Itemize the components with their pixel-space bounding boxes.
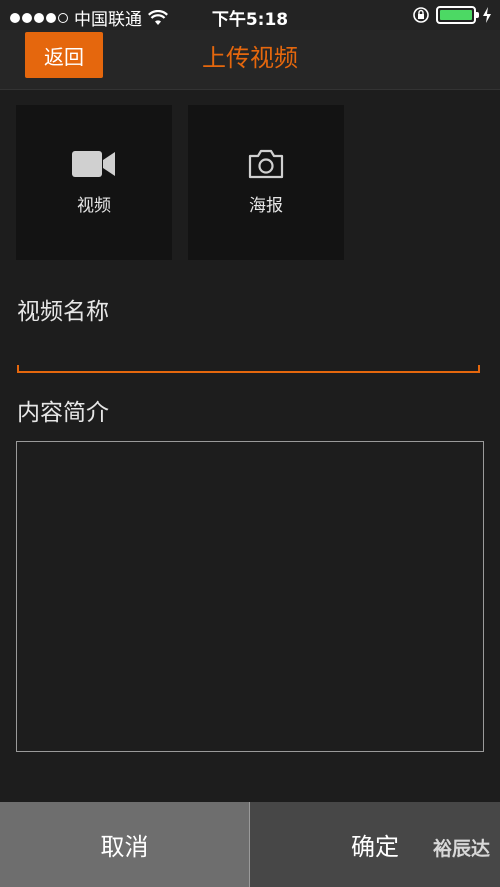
cancel-button[interactable]: 取消	[0, 802, 250, 887]
input-underline-left-tick	[17, 365, 19, 373]
video-upload-tile[interactable]: 视频	[16, 105, 172, 260]
description-textarea[interactable]	[16, 441, 484, 752]
video-tile-label: 视频	[77, 196, 111, 216]
rotation-lock-icon	[413, 7, 429, 23]
nav-bar: 返回 上传视频	[0, 30, 500, 90]
poster-tile-label: 海报	[249, 196, 283, 216]
video-name-input[interactable]	[17, 335, 480, 373]
input-underline-right-tick	[478, 365, 480, 373]
charging-bolt-icon	[483, 7, 491, 23]
photo-camera-icon	[248, 149, 284, 179]
status-bar: 中国联通 下午5:18	[0, 0, 500, 30]
bottom-action-bar: 取消 确定	[0, 802, 500, 887]
description-label: 内容简介	[17, 400, 109, 426]
video-name-label: 视频名称	[17, 299, 109, 325]
page-title: 上传视频	[202, 44, 298, 72]
status-right	[412, 6, 492, 24]
battery-icon	[436, 6, 479, 24]
video-camera-icon	[72, 151, 115, 177]
watermark: 裕辰达	[432, 838, 490, 860]
poster-upload-tile[interactable]: 海报	[188, 105, 344, 260]
